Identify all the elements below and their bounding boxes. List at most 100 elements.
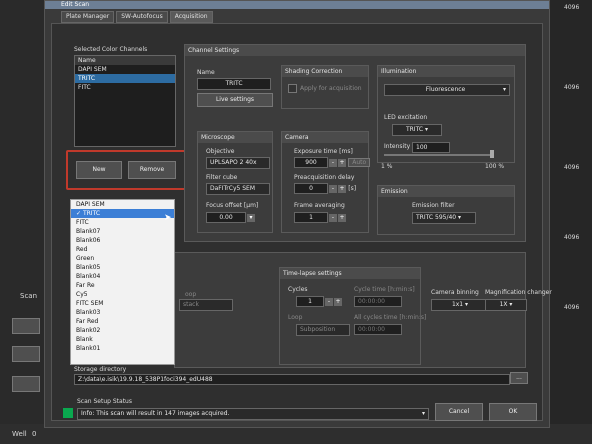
dropdown-item-dapi-sem[interactable]: DAPI SEM xyxy=(71,200,174,209)
selected-channels-label: Selected Color Channels xyxy=(74,46,148,53)
dropdown-item-tritc-label: TRITC xyxy=(82,210,101,217)
filter-cube-select[interactable]: DaFITrCy5 SEM xyxy=(206,183,270,195)
channel-item-fitc[interactable]: FITC xyxy=(75,83,175,92)
all-cycles-label: All cycles time [h:min:s] xyxy=(354,314,427,321)
channel-settings-title: Channel Settings xyxy=(185,45,525,56)
dropdown-item-blank04[interactable]: Blank04 xyxy=(71,272,174,281)
channel-item-dapi[interactable]: DAPI SEM xyxy=(75,65,175,74)
all-cycles-field[interactable]: 00:00:00 xyxy=(354,324,402,335)
timelapse-panel: Time-lapse settings Cycles 1- + Cycle tim… xyxy=(279,267,426,365)
averaging-label: Frame averaging xyxy=(294,202,345,209)
background-left-pane: Scan xyxy=(0,0,44,444)
channel-list-header: Name xyxy=(75,56,175,65)
dropdown-item-blank03[interactable]: Blank03 xyxy=(71,308,174,317)
storage-directory-field[interactable]: Z:\data\e.isik\19.9.18_538P1foci394_edU4… xyxy=(74,374,510,385)
bg-button-1[interactable] xyxy=(12,318,40,334)
channel-item-tritc[interactable]: TRITC xyxy=(75,74,175,83)
plus-icon[interactable]: + xyxy=(334,298,342,306)
dropdown-item-green[interactable]: Green xyxy=(71,254,174,263)
intensity-max: 100 % xyxy=(485,163,505,170)
bg-button-2[interactable] xyxy=(12,346,40,362)
emission-panel: Emission Emission filter TRITC 595/40 ▾ xyxy=(377,185,515,235)
illumination-panel: Illumination Fluorescence ▾ LED excitati… xyxy=(377,65,515,163)
illumination-title: Illumination xyxy=(378,66,514,77)
tab-acquisition[interactable]: Acquisition xyxy=(169,11,213,23)
dropdown-item-blank02[interactable]: Blank02 xyxy=(71,326,174,335)
loop-value: Subposition xyxy=(300,326,336,333)
plus-icon[interactable]: + xyxy=(338,214,346,222)
emission-filter-label: Emission filter xyxy=(412,202,455,209)
focus-dropdown-icon[interactable]: ▾ xyxy=(247,214,255,222)
dropdown-item-fitc[interactable]: FITC xyxy=(71,218,174,227)
illumination-mode-select[interactable]: Fluorescence ▾ xyxy=(384,84,510,96)
dropdown-item-blank06[interactable]: Blank06 xyxy=(71,236,174,245)
dropdown-item-far-re[interactable]: Far Re xyxy=(71,281,174,290)
cycle-time-field[interactable]: 00:00:00 xyxy=(354,296,402,307)
minus-icon[interactable]: - xyxy=(325,298,333,306)
intensity-slider-thumb[interactable] xyxy=(490,150,494,158)
left-loop-select[interactable]: stack xyxy=(179,299,233,311)
dropdown-item-cy5[interactable]: Cy5 xyxy=(71,290,174,299)
emission-filter-value: TRITC 595/40 xyxy=(416,214,457,221)
intensity-slider[interactable] xyxy=(384,154,494,156)
name-label: Name xyxy=(197,69,215,76)
emission-filter-select[interactable]: TRITC 595/40 ▾ xyxy=(412,212,476,224)
auto-exposure-button[interactable]: Auto xyxy=(348,158,371,167)
dropdown-item-blank01[interactable]: Blank01 xyxy=(71,344,174,353)
tab-sw-autofocus[interactable]: SW-Autofocus xyxy=(116,11,168,23)
chevron-down-icon: ▾ xyxy=(421,410,425,417)
delay-field[interactable]: 0 xyxy=(294,183,328,194)
cancel-button[interactable]: Cancel xyxy=(435,403,483,421)
focus-offset-field[interactable]: 0.00 xyxy=(206,212,246,223)
magnification-select[interactable]: 1X ▾ xyxy=(485,299,527,311)
apply-checkbox[interactable] xyxy=(288,84,297,93)
camera-binning-label: Camera binning xyxy=(431,289,479,296)
focus-offset-label: Focus offset [μm] xyxy=(206,202,259,209)
dropdown-item-tritc[interactable]: ✓ TRITC xyxy=(71,209,174,218)
scan-settings-panel: oop stack Time-lapse settings Cycles 1- +… xyxy=(174,252,552,368)
minus-icon[interactable]: - xyxy=(329,185,337,193)
minus-icon[interactable]: - xyxy=(329,159,337,167)
objective-select[interactable]: UPLSAPO 2 40x xyxy=(206,157,270,169)
live-settings-button[interactable]: Live settings xyxy=(197,93,273,107)
new-channel-button[interactable]: New xyxy=(76,161,122,179)
led-select[interactable]: TRITC ▾ xyxy=(392,124,442,136)
status-indicator-icon xyxy=(63,408,73,418)
browse-button[interactable]: ... xyxy=(510,372,528,384)
dropdown-item-blank07[interactable]: Blank07 xyxy=(71,227,174,236)
exposure-label: Exposure time [ms] xyxy=(294,148,353,155)
dropdown-item-far-red[interactable]: Far Red xyxy=(71,317,174,326)
exposure-field[interactable]: 900 xyxy=(294,157,328,168)
loop-select[interactable]: Subposition xyxy=(296,324,350,336)
exposure-control: 900- + Auto xyxy=(294,157,371,168)
shading-correction-panel: Shading Correction Apply for acquisition xyxy=(281,65,369,109)
status-message-select[interactable]: Info: This scan will result in 147 image… xyxy=(77,408,429,420)
intensity-field[interactable]: 100 xyxy=(412,142,450,153)
dropdown-item-blank05[interactable]: Blank05 xyxy=(71,263,174,272)
dropdown-item-fitc-sem[interactable]: FITC SEM xyxy=(71,299,174,308)
plus-icon[interactable]: + xyxy=(338,159,346,167)
channel-dropdown-list[interactable]: DAPI SEM ✓ TRITC FITC Blank07 Blank06 Re… xyxy=(70,199,175,365)
ok-button[interactable]: OK xyxy=(489,403,537,421)
remove-channel-button[interactable]: Remove xyxy=(128,161,176,179)
averaging-field[interactable]: 1 xyxy=(294,212,328,223)
dropdown-item-blank[interactable]: Blank xyxy=(71,335,174,344)
camera-panel: Camera Exposure time [ms] 900- + Auto Pre… xyxy=(281,131,371,233)
cycles-field[interactable]: 1 xyxy=(296,296,324,307)
channel-list[interactable]: Name DAPI SEM TRITC FITC xyxy=(74,55,176,147)
dialog-titlebar: Edit Scan xyxy=(45,1,549,9)
tab-plate-manager[interactable]: Plate Manager xyxy=(61,11,115,23)
minus-icon[interactable]: - xyxy=(329,214,337,222)
magnification-label: Magnification changer xyxy=(485,289,552,296)
tab-bar: Plate Manager SW-Autofocus Acquisition xyxy=(61,11,213,23)
channel-name-field[interactable]: TRITC xyxy=(197,78,271,90)
delay-unit: [s] xyxy=(348,185,357,192)
plus-icon[interactable]: + xyxy=(338,185,346,193)
range-label-5: 4096 xyxy=(564,304,580,311)
camera-title: Camera xyxy=(282,132,368,143)
bg-button-3[interactable] xyxy=(12,376,40,392)
channel-settings-panel: Channel Settings Name TRITC Live setting… xyxy=(184,44,526,242)
status-message: Info: This scan will result in 147 image… xyxy=(81,410,230,417)
dropdown-item-red[interactable]: Red xyxy=(71,245,174,254)
camera-binning-select[interactable]: 1x1 ▾ xyxy=(431,299,489,311)
